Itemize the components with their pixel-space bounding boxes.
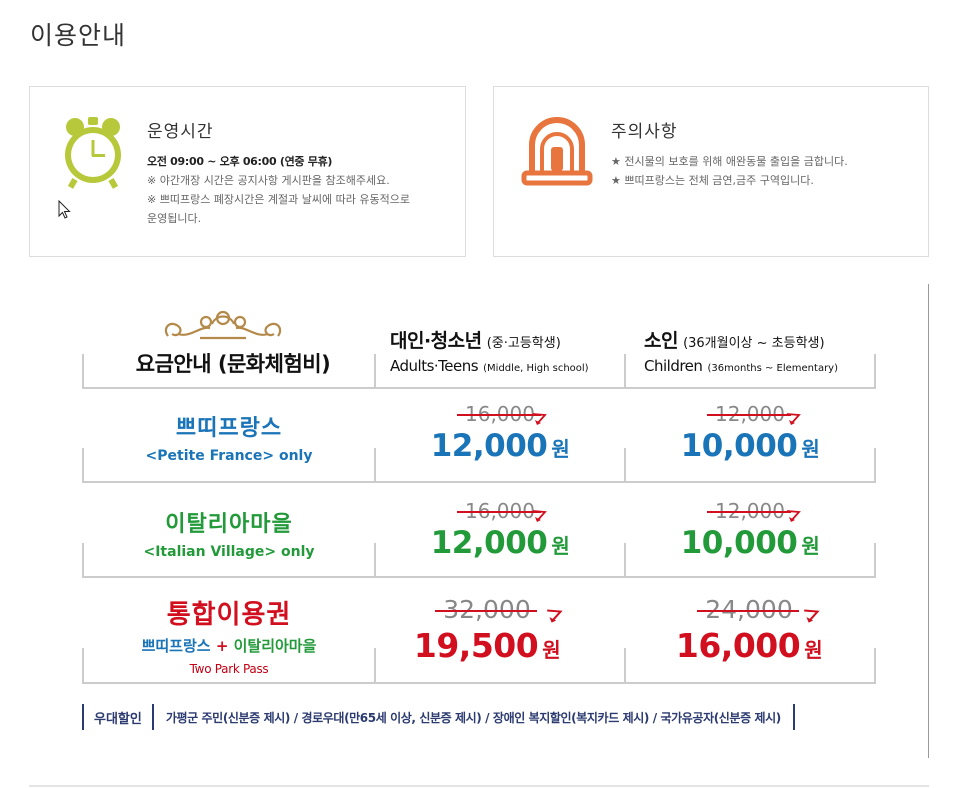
two-park-pass-en: Two Park Pass bbox=[189, 662, 269, 676]
col-adult-en: Adults·Teens bbox=[390, 357, 479, 375]
table-divider bbox=[82, 354, 84, 389]
discount-text: 가평군 주민(신분증 제시) / 경로우대(만65세 이상, 신분증 제시) /… bbox=[165, 710, 781, 725]
discount-label: 우대할인 bbox=[94, 711, 142, 727]
won-unit: 원 bbox=[551, 437, 570, 461]
siren-icon bbox=[521, 117, 593, 186]
notice-box: 주의사항 ★ 전시물의 보호를 위해 애완동물 출입을 금합니다. ★ 쁘띠프랑… bbox=[493, 86, 929, 257]
col-child-ko-sub: (36개월이상 ~ 초등학생) bbox=[683, 336, 825, 351]
down-arrow-icon bbox=[804, 609, 820, 623]
down-arrow-icon bbox=[547, 609, 563, 623]
petite-france-en: <Petite France> only bbox=[145, 448, 313, 464]
table-divider bbox=[374, 354, 376, 389]
combo-petite-france: 쁘띠프랑스 bbox=[141, 637, 211, 655]
petite-france-adult-price: 16,000 12,000 원 bbox=[375, 402, 625, 464]
col-child-head: 소인 (36개월이상 ~ 초등학생) bbox=[644, 326, 825, 353]
col-adult-en-head: Adults·Teens (Middle, High school) bbox=[390, 356, 589, 375]
row-italian-village-name: 이탈리아마을 <Italian Village> only bbox=[84, 506, 374, 560]
row-petite-france-name: 쁘띠프랑스 <Petite France> only bbox=[84, 410, 374, 464]
ornament-icon bbox=[164, 310, 282, 340]
hours-note-closing-cont: 운영됩니다. bbox=[147, 212, 202, 225]
hours-note-night: ※ 야간개장 시간은 공지사항 게시판을 참조해주세요. bbox=[147, 174, 390, 187]
fee-title: 요금안내 (문화체험비) bbox=[135, 352, 331, 376]
italian-village-adult-price: 16,000 12,000 원 bbox=[375, 499, 625, 561]
table-rule bbox=[82, 682, 876, 684]
combo-plus: + bbox=[210, 637, 234, 655]
section-divider-vertical bbox=[928, 284, 929, 758]
italian-village-en: <Italian Village> only bbox=[143, 544, 315, 560]
notice-smoking: ★ 쁘띠프랑스는 전체 금연,금주 구역입니다. bbox=[611, 174, 814, 187]
price-new: 10,000 bbox=[680, 525, 798, 561]
price-old: 24,000 bbox=[697, 595, 800, 624]
hours-title: 운영시간 bbox=[147, 122, 214, 142]
price-new: 12,000 bbox=[430, 525, 548, 561]
discount-bar bbox=[792, 704, 795, 730]
col-adult-ko: 대인·청소년 bbox=[390, 330, 482, 352]
col-child-en-sub: (36months ~ Elementary) bbox=[707, 363, 839, 374]
col-child-en-head: Children (36months ~ Elementary) bbox=[644, 356, 838, 375]
alarm-clock-icon bbox=[65, 117, 121, 189]
price-new: 19,500 bbox=[413, 626, 539, 665]
table-rule bbox=[82, 481, 876, 483]
table-rule bbox=[82, 576, 876, 578]
down-arrow-icon bbox=[786, 413, 801, 425]
price-old: 16,000 bbox=[457, 402, 541, 426]
won-unit: 원 bbox=[542, 638, 561, 662]
col-child-en: Children bbox=[644, 357, 703, 375]
col-adult-en-sub: (Middle, High school) bbox=[483, 363, 589, 374]
price-old: 32,000 bbox=[435, 595, 538, 624]
table-divider bbox=[874, 354, 876, 389]
hours-note-closing: ※ 쁘띠프랑스 폐장시간은 계절과 날씨에 따라 유동적으로 bbox=[147, 193, 410, 206]
table-divider bbox=[624, 354, 626, 389]
price-old: 12,000 bbox=[707, 499, 791, 523]
operating-hours-box: 운영시간 오전 09:00 ~ 오후 06:00 (연중 무휴) ※ 야간개장 … bbox=[29, 86, 466, 257]
two-park-child-price: 24,000 16,000 원 bbox=[624, 595, 874, 665]
combo-italian-village: 이탈리아마을 bbox=[233, 637, 317, 655]
down-arrow-icon bbox=[786, 510, 801, 522]
col-adult-ko-sub: (중·고등학생) bbox=[486, 336, 561, 351]
table-rule bbox=[82, 387, 876, 389]
won-unit: 원 bbox=[801, 437, 820, 461]
two-park-pass-ko: 통합이용권 bbox=[166, 600, 292, 630]
down-arrow-icon bbox=[532, 510, 547, 522]
petite-france-child-price: 12,000 10,000 원 bbox=[625, 402, 875, 464]
mouse-cursor-icon bbox=[58, 200, 71, 219]
notice-title: 주의사항 bbox=[611, 122, 678, 142]
col-child-ko: 소인 bbox=[644, 330, 678, 352]
won-unit: 원 bbox=[551, 534, 570, 558]
italian-village-ko: 이탈리아마을 bbox=[165, 512, 293, 537]
price-new: 16,000 bbox=[675, 626, 801, 665]
two-park-adult-price: 32,000 19,500 원 bbox=[362, 595, 612, 665]
price-old: 12,000 bbox=[707, 402, 791, 426]
italian-village-child-price: 12,000 10,000 원 bbox=[625, 499, 875, 561]
row-two-park-pass-name: 통합이용권 쁘띠프랑스 + 이탈리아마을 Two Park Pass bbox=[84, 594, 374, 676]
discount-info: 우대할인 가평군 주민(신분증 제시) / 경로우대(만65세 이상, 신분증 … bbox=[82, 704, 795, 730]
petite-france-ko: 쁘띠프랑스 bbox=[175, 416, 283, 441]
down-arrow-icon bbox=[532, 413, 547, 425]
table-divider bbox=[874, 648, 876, 684]
page-title: 이용안내 bbox=[30, 21, 127, 50]
price-new: 10,000 bbox=[680, 428, 798, 464]
won-unit: 원 bbox=[804, 638, 823, 662]
col-adult-head: 대인·청소년 (중·고등학생) bbox=[390, 326, 561, 353]
bottom-divider bbox=[29, 785, 929, 787]
price-new: 12,000 bbox=[430, 428, 548, 464]
notice-pets: ★ 전시물의 보호를 위해 애완동물 출입을 금합니다. bbox=[611, 155, 848, 168]
hours-time: 오전 09:00 ~ 오후 06:00 (연중 무휴) bbox=[147, 155, 333, 168]
price-old: 16,000 bbox=[457, 499, 541, 523]
won-unit: 원 bbox=[801, 534, 820, 558]
